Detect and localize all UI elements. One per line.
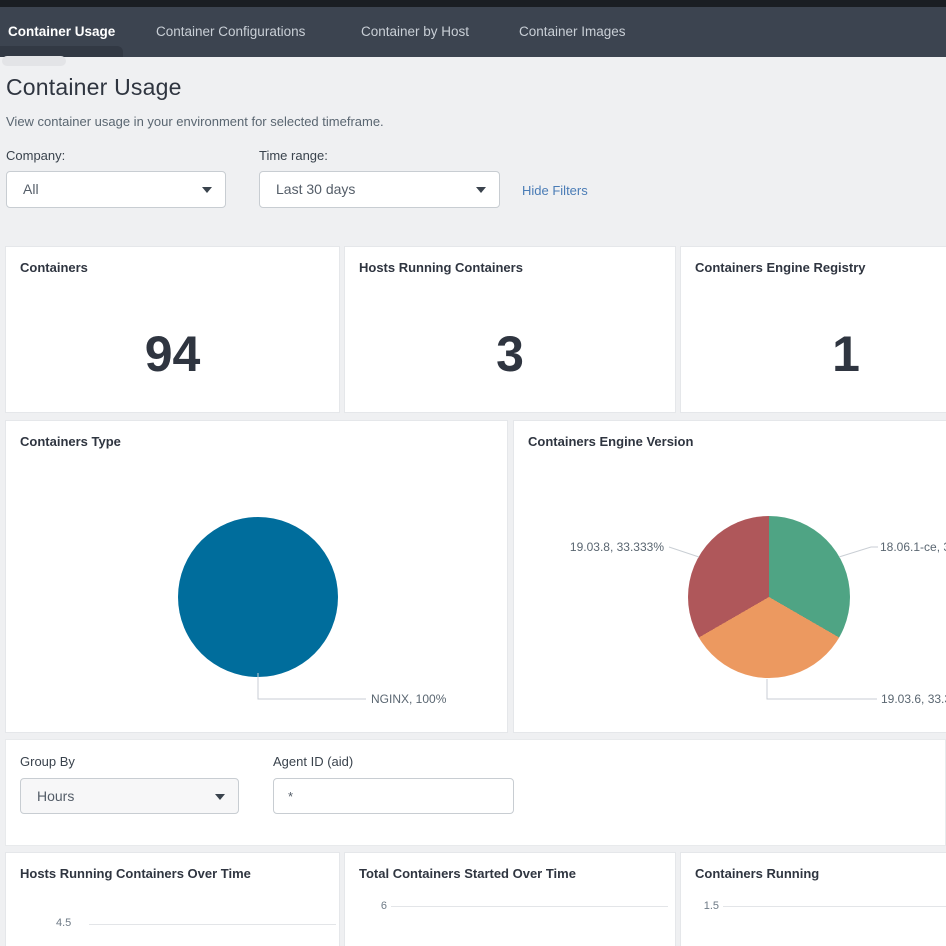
chart-card-containers-type: Containers Type NGINX, 100% <box>5 420 508 733</box>
tab-container-configurations[interactable]: Container Configurations <box>156 7 305 57</box>
time-range-filter-label: Time range: <box>259 148 328 163</box>
browser-chrome-strip <box>0 0 946 7</box>
hide-filters-link[interactable]: Hide Filters <box>522 183 588 198</box>
agent-id-input[interactable] <box>273 778 514 814</box>
gridline <box>391 906 668 907</box>
group-by-select[interactable]: Hours <box>20 778 239 814</box>
containers-type-pie <box>178 517 338 677</box>
time-range-select[interactable]: Last 30 days <box>259 171 500 208</box>
chart-title: Hosts Running Containers Over Time <box>20 865 290 884</box>
page-subtitle: View container usage in your environment… <box>6 114 384 129</box>
gridline <box>723 906 946 907</box>
engine-version-pie <box>688 516 850 678</box>
metric-card-title: Containers Engine Registry <box>695 259 865 278</box>
tab-container-usage[interactable]: Container Usage <box>8 7 115 57</box>
pie-callout-nginx: NGINX, 100% <box>371 692 446 706</box>
company-filter-label: Company: <box>6 148 65 163</box>
chart-card-total-started: Total Containers Started Over Time 6 <box>344 852 676 946</box>
company-select[interactable]: All <box>6 171 226 208</box>
edit-button-partial[interactable] <box>2 56 66 66</box>
metric-value: 3 <box>345 329 675 379</box>
metric-card-hosts-running: Hosts Running Containers 3 <box>344 246 676 413</box>
metric-card-containers: Containers 94 <box>5 246 340 413</box>
chart-title: Containers Running <box>695 865 819 884</box>
metric-value: 94 <box>6 329 339 379</box>
pie-callout-19-03-6: 19.03.6, 33.333% <box>881 692 946 706</box>
y-axis-tick: 4.5 <box>56 917 86 929</box>
page-title: Container Usage <box>6 74 182 101</box>
chart-title: Total Containers Started Over Time <box>359 865 576 884</box>
app-navbar: Container Usage Container Configurations… <box>0 7 946 57</box>
chevron-down-icon <box>476 187 486 193</box>
metric-card-title: Containers <box>20 259 88 278</box>
dashboard-screen: Container Usage Container Configurations… <box>0 0 946 946</box>
chevron-down-icon <box>215 794 225 800</box>
pie-callout-18-06-1-ce: 18.06.1-ce, 33.333% <box>880 540 946 554</box>
metric-value: 1 <box>681 329 946 379</box>
tab-container-by-host[interactable]: Container by Host <box>361 7 469 57</box>
group-by-select-value: Hours <box>37 788 74 804</box>
metric-card-engine-registry: Containers Engine Registry 1 <box>680 246 946 413</box>
chevron-down-icon <box>202 187 212 193</box>
chart-card-engine-version: Containers Engine Version 19.03.8, 33.33… <box>513 420 946 733</box>
chart-card-hosts-over-time: Hosts Running Containers Over Time 4.5 <box>5 852 340 946</box>
company-select-value: All <box>23 181 39 197</box>
y-axis-tick: 1.5 <box>697 900 719 912</box>
chart-title: Containers Type <box>20 433 121 452</box>
metric-card-title: Hosts Running Containers <box>359 259 523 278</box>
group-by-label: Group By <box>20 754 75 769</box>
agent-id-label: Agent ID (aid) <box>273 754 353 769</box>
time-range-select-value: Last 30 days <box>276 181 355 197</box>
chart-title: Containers Engine Version <box>528 433 693 452</box>
y-axis-tick: 6 <box>373 900 387 912</box>
fieldset-panel: Group By Hours Agent ID (aid) <box>5 739 946 846</box>
gridline <box>89 924 336 925</box>
tab-container-images[interactable]: Container Images <box>519 7 626 57</box>
pie-callout-19-03-8: 19.03.8, 33.333% <box>559 540 664 554</box>
chart-card-containers-running: Containers Running 1.5 <box>680 852 946 946</box>
